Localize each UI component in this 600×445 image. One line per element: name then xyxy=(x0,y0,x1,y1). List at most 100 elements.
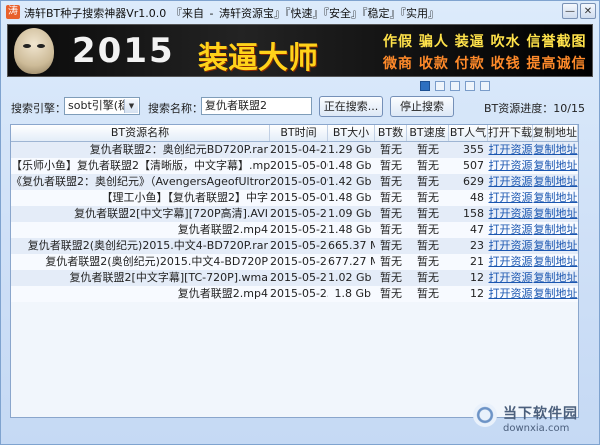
cell-name: 复仇者联盟2(奥创纪元)2015.中文4-BD720P xyxy=(45,255,268,268)
open-resource-link[interactable]: 打开资源 xyxy=(488,270,533,286)
cell-count: 暂无 xyxy=(380,159,402,172)
cell-count: 暂无 xyxy=(380,239,402,252)
cell-name: 《复仇者联盟2：奥创纪元》（AvengersAgeofUltron）复 xyxy=(11,175,270,188)
window-title: 涛轩BT种子搜索神器Vr1.0.0 xyxy=(24,7,167,20)
open-resource-link[interactable]: 打开资源 xyxy=(488,158,533,174)
minimize-button[interactable]: — xyxy=(562,3,578,19)
cell-popularity: 629 xyxy=(463,175,484,188)
copy-address-link[interactable]: 复制地址 xyxy=(533,142,578,158)
cell-speed: 暂无 xyxy=(417,159,439,172)
header-col-popularity[interactable]: BT人气 xyxy=(449,125,488,141)
cell-count: 暂无 xyxy=(380,207,402,220)
ad-banner[interactable]: 2015 装逼大师 作假 骗人 装逼 吹水 信誉截图 微商 收款 付款 收钱 提… xyxy=(7,24,593,77)
copy-address-link[interactable]: 复制地址 xyxy=(533,286,578,302)
cell-size: 1.8 Gb xyxy=(334,287,372,300)
table-row[interactable]: 《复仇者联盟2：奥创纪元》（AvengersAgeofUltron）复 2015-… xyxy=(11,174,578,190)
page-indicator-5[interactable] xyxy=(480,81,490,91)
header-col-speed[interactable]: BT速度 xyxy=(407,125,449,141)
copy-address-link[interactable]: 复制地址 xyxy=(533,158,578,174)
cell-speed: 暂无 xyxy=(417,223,439,236)
cell-size: 1.02 Gb xyxy=(328,271,372,284)
copy-address-link[interactable]: 复制地址 xyxy=(533,174,578,190)
cell-popularity: 355 xyxy=(463,143,484,156)
banner-headline: 装逼大师 xyxy=(198,41,318,76)
table-row[interactable]: 复仇者联盟2[中文字幕][TC-720P].wma 2015-05-21 1.02 … xyxy=(11,270,578,286)
open-resource-link[interactable]: 打开资源 xyxy=(488,254,533,270)
open-resource-link[interactable]: 打开资源 xyxy=(488,190,533,206)
cell-name: 【乐师小鱼】复仇者联盟2【清晰版，中文字幕】.mp4 xyxy=(11,159,270,172)
copy-address-link[interactable]: 复制地址 xyxy=(533,206,578,222)
cell-count: 暂无 xyxy=(380,287,402,300)
cell-count: 暂无 xyxy=(380,175,402,188)
cell-time: 2015-05-21 xyxy=(270,271,328,284)
cell-size: 1.09 Gb xyxy=(328,207,372,220)
title-menu-text: 『来自 - 涛轩资源宝』『快速』『安全』『稳定』『实用』 xyxy=(171,7,439,20)
header-col-time[interactable]: BT时间 xyxy=(270,125,328,141)
table-row[interactable]: 复仇者联盟2.mp4 2015-05-25 1.48 Gb 暂无 暂无 47 打开资源 复制地… xyxy=(11,222,578,238)
cell-count: 暂无 xyxy=(380,143,402,156)
header-col-size[interactable]: BT大小 xyxy=(328,125,375,141)
progress-text: BT资源进度：10/15 xyxy=(484,102,585,115)
cell-name: 【理工小鱼】【复仇者联盟2】中字 xyxy=(101,191,269,204)
open-resource-link[interactable]: 打开资源 xyxy=(488,238,533,254)
table-row[interactable]: 复仇者联盟2：奥创纪元BD720P.rar 2015-04-25 1.29 Gb 暂无… xyxy=(11,142,578,158)
cell-speed: 暂无 xyxy=(417,143,439,156)
chevron-down-icon[interactable]: ▼ xyxy=(124,99,138,113)
table-row[interactable]: 复仇者联盟2[中文字幕][720P高清].AVI 2015-05-21 1.09 G… xyxy=(11,206,578,222)
header-col-count[interactable]: BT数 xyxy=(375,125,407,141)
cell-size: 1.48 Gb xyxy=(328,223,372,236)
table-row[interactable]: 复仇者联盟2(奥创纪元)2015.中文4-BD720P 2015-05-25 677… xyxy=(11,254,578,270)
header-copy-address-link[interactable]: 复制地址 xyxy=(533,125,578,141)
table-row[interactable]: 【理工小鱼】【复仇者联盟2】中字 2015-05-06 1.48 Gb 暂无 暂无 48 打… xyxy=(11,190,578,206)
cell-size: 1.42 Gb xyxy=(328,175,372,188)
table-header: BT资源名称 BT时间 BT大小 BT数 BT速度 BT人气 打开下载 复制地址 xyxy=(11,125,578,142)
copy-address-link[interactable]: 复制地址 xyxy=(533,270,578,286)
copy-address-link[interactable]: 复制地址 xyxy=(533,190,578,206)
cell-time: 2015-05-25 xyxy=(270,287,328,300)
cell-size: 1.48 Gb xyxy=(328,191,372,204)
copy-address-link[interactable]: 复制地址 xyxy=(533,222,578,238)
page-indicator-2[interactable] xyxy=(435,81,445,91)
page-indicator-1[interactable] xyxy=(420,81,430,91)
open-resource-link[interactable]: 打开资源 xyxy=(488,222,533,238)
cell-name: 复仇者联盟2[中文字幕][720P高清].AVI xyxy=(74,207,268,220)
open-resource-link[interactable]: 打开资源 xyxy=(488,286,533,302)
open-resource-link[interactable]: 打开资源 xyxy=(488,142,533,158)
cell-speed: 暂无 xyxy=(417,175,439,188)
search-name-input[interactable]: 复仇者联盟2 xyxy=(201,97,312,115)
cell-size: 1.48 Gb xyxy=(328,159,372,172)
cell-count: 暂无 xyxy=(380,223,402,236)
cell-size: 665.37 M xyxy=(328,239,375,252)
page-indicator-3[interactable] xyxy=(450,81,460,91)
searching-button[interactable]: 正在搜索... xyxy=(319,96,383,117)
cell-name: 复仇者联盟2：奥创纪元BD720P.rar xyxy=(89,143,268,156)
stop-search-button[interactable]: 停止搜索 xyxy=(390,96,454,117)
engine-label: 搜索引擎： xyxy=(11,102,66,115)
table-row[interactable]: 【乐师小鱼】复仇者联盟2【清晰版，中文字幕】.mp4 2015-05-06 1.48… xyxy=(11,158,578,174)
copy-address-link[interactable]: 复制地址 xyxy=(533,238,578,254)
cell-popularity: 48 xyxy=(470,191,484,204)
cell-popularity: 12 xyxy=(470,287,484,300)
cell-time: 2015-05-09 xyxy=(270,175,328,188)
cell-time: 2015-05-06 xyxy=(270,159,328,172)
cell-name: 复仇者联盟2[中文字幕][TC-720P].wma xyxy=(69,271,268,284)
site-logo-icon xyxy=(473,403,497,427)
table-row[interactable]: 复仇者联盟2(奥创纪元)2015.中文4-BD720P.rar 2015-05-2… xyxy=(11,238,578,254)
engine-select[interactable]: sobt引擎(稳) ▼ xyxy=(64,97,140,115)
cell-time: 2015-05-25 xyxy=(270,223,328,236)
cell-time: 2015-05-25 xyxy=(270,255,328,268)
open-resource-link[interactable]: 打开资源 xyxy=(488,174,533,190)
cell-popularity: 507 xyxy=(463,159,484,172)
table-row[interactable]: 复仇者联盟2.mp4 2015-05-25 1.8 Gb 暂无 暂无 12 打开资源 复制地址 xyxy=(11,286,578,302)
header-col-name[interactable]: BT资源名称 xyxy=(11,125,270,141)
cell-popularity: 23 xyxy=(470,239,484,252)
cell-size: 677.27 M xyxy=(328,255,375,268)
open-resource-link[interactable]: 打开资源 xyxy=(488,206,533,222)
cell-time: 2015-05-06 xyxy=(270,191,328,204)
cell-time: 2015-05-25 xyxy=(270,239,328,252)
header-open-resource-link[interactable]: 打开下载 xyxy=(488,125,533,141)
page-indicator-4[interactable] xyxy=(465,81,475,91)
cell-time: 2015-05-21 xyxy=(270,207,328,220)
close-button[interactable]: ✕ xyxy=(580,3,596,19)
copy-address-link[interactable]: 复制地址 xyxy=(533,254,578,270)
